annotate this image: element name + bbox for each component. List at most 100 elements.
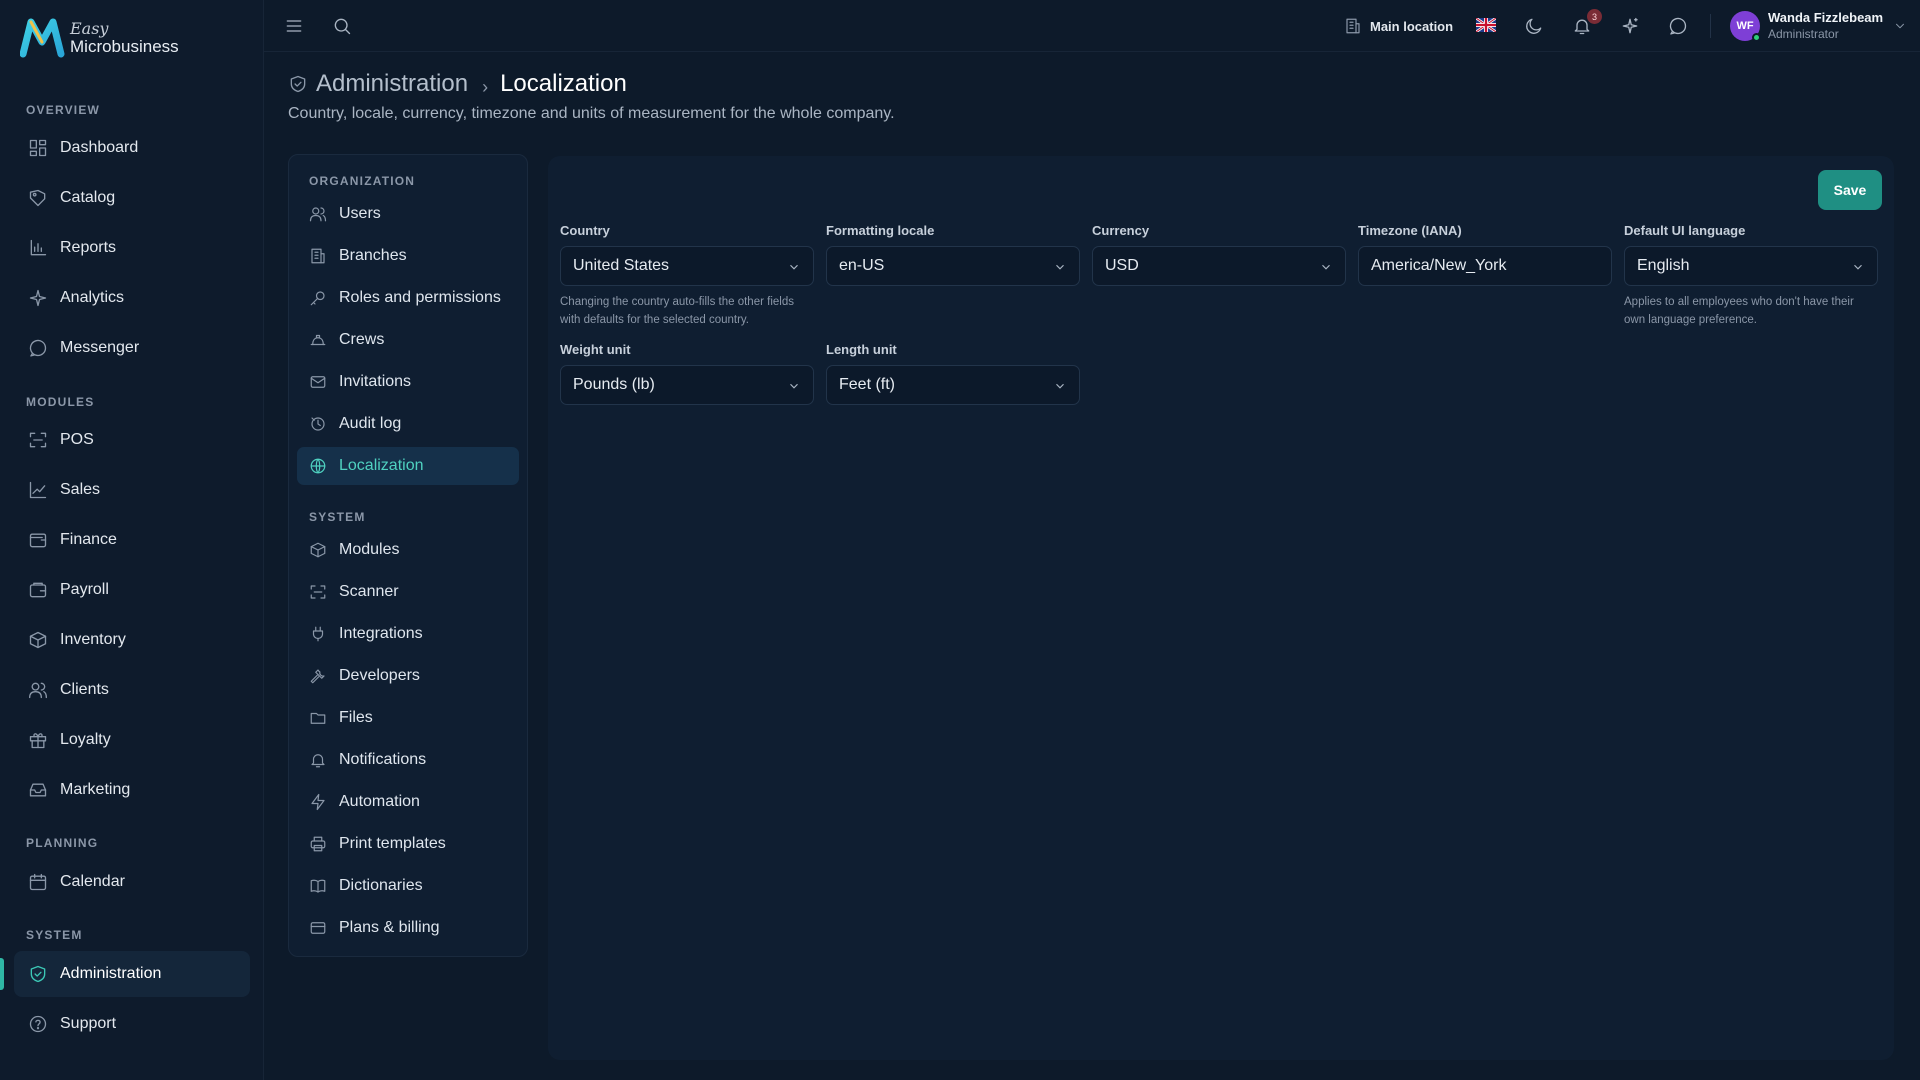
- settings-item-plans-billing[interactable]: Plans & billing: [297, 909, 519, 947]
- sidebar-section-modules: MODULES: [26, 395, 95, 409]
- audit-icon: [311, 417, 325, 431]
- sidebar-item-label: Clients: [60, 681, 109, 698]
- sidebar-item-label: Sales: [60, 481, 101, 498]
- settings-item-modules[interactable]: Modules: [297, 531, 519, 569]
- sidebar-item-marketing[interactable]: Marketing: [14, 767, 250, 813]
- settings-item-label: Notifications: [339, 751, 427, 768]
- notifications-button[interactable]: 3: [1570, 9, 1602, 38]
- breadcrumb-administration[interactable]: Administration: [316, 70, 468, 98]
- chat-icon: [1669, 17, 1687, 35]
- sidebar-item-payroll[interactable]: Payroll: [14, 567, 250, 613]
- length-value: Feet (ft): [839, 376, 896, 393]
- theme-toggle-button[interactable]: [1522, 14, 1546, 38]
- menu-toggle-button[interactable]: [282, 14, 306, 38]
- wrench-icon: [310, 669, 325, 684]
- length-select[interactable]: Feet (ft): [826, 365, 1080, 405]
- language-select[interactable]: English: [1624, 246, 1878, 286]
- weight-select[interactable]: Pounds (lb): [560, 365, 814, 405]
- sidebar-item-dashboard[interactable]: Dashboard: [14, 125, 250, 171]
- shield-icon: [30, 965, 46, 983]
- search-button[interactable]: [330, 14, 354, 38]
- settings-item-integrations[interactable]: Integrations: [297, 615, 519, 653]
- sidebar-item-label: Dashboard: [60, 139, 139, 156]
- analytics-icon: [29, 289, 47, 307]
- sidebar-item-finance[interactable]: Finance: [14, 517, 250, 563]
- locale-select[interactable]: en-US: [826, 246, 1080, 286]
- settings-item-scanner[interactable]: Scanner: [297, 573, 519, 611]
- catalog-icon: [29, 189, 46, 207]
- sidebar-item-messenger[interactable]: Messenger: [14, 325, 250, 371]
- folder-icon: [310, 712, 326, 724]
- settings-item-roles[interactable]: Roles and permissions: [297, 279, 519, 317]
- settings-item-print-templates[interactable]: Print templates: [297, 825, 519, 863]
- sidebar-item-label: Messenger: [60, 339, 140, 356]
- settings-item-label: Users: [339, 205, 381, 222]
- settings-item-label: Integrations: [339, 625, 423, 642]
- chevron-down-icon: [790, 383, 798, 389]
- language-label: Default UI language: [1624, 223, 1746, 238]
- currency-select[interactable]: USD: [1092, 246, 1346, 286]
- modules-icon: [310, 542, 326, 558]
- sidebar-item-reports[interactable]: Reports: [14, 225, 250, 271]
- reports-icon: [30, 239, 47, 256]
- search-icon: [334, 18, 351, 35]
- inventory-icon: [29, 631, 47, 649]
- sidebar-item-label: Payroll: [60, 581, 109, 598]
- topbar: Main location 3 WF Wanda Fizzlebeam Admi…: [264, 0, 1920, 52]
- settings-item-users[interactable]: Users: [297, 195, 519, 233]
- globe-icon: [310, 458, 326, 474]
- user-menu[interactable]: WF Wanda Fizzlebeam Administrator: [1730, 8, 1907, 44]
- user-role: Administrator: [1768, 26, 1839, 41]
- settings-item-dictionaries[interactable]: Dictionaries: [297, 867, 519, 905]
- chevron-down-icon: [790, 264, 798, 270]
- country-value: United States: [573, 257, 670, 274]
- sidebar-item-label: Catalog: [60, 189, 116, 206]
- payroll-icon: [29, 582, 47, 598]
- settings-item-files[interactable]: Files: [297, 699, 519, 737]
- locale-label: Formatting locale: [826, 223, 935, 238]
- messages-button[interactable]: [1666, 14, 1690, 38]
- uk-flag-icon[interactable]: [1476, 18, 1496, 32]
- sidebar-item-support[interactable]: Support: [14, 1001, 250, 1047]
- logo-tagline: Easy: [70, 19, 109, 38]
- sidebar-item-loyalty[interactable]: Loyalty: [14, 717, 250, 763]
- language-value: English: [1637, 257, 1690, 274]
- card-icon: [310, 922, 326, 934]
- app-logo[interactable]: Easy Microbusiness: [20, 18, 179, 58]
- sidebar-item-analytics[interactable]: Analytics: [14, 275, 250, 321]
- timezone-input[interactable]: America/New_York: [1358, 246, 1612, 286]
- logo-name: Microbusiness: [70, 37, 179, 56]
- settings-item-branches[interactable]: Branches: [297, 237, 519, 275]
- sidebar-item-label: Inventory: [60, 631, 126, 648]
- page-subtitle: Country, locale, currency, timezone and …: [288, 105, 895, 122]
- sidebar-item-inventory[interactable]: Inventory: [14, 617, 250, 663]
- settings-item-label: Crews: [339, 331, 385, 348]
- settings-item-developers[interactable]: Developers: [297, 657, 519, 695]
- sidebar-item-sales[interactable]: Sales: [14, 467, 250, 513]
- sidebar-section-planning: PLANNING: [26, 836, 99, 850]
- settings-item-crews[interactable]: Crews: [297, 321, 519, 359]
- sidebar-item-clients[interactable]: Clients: [14, 667, 250, 713]
- avatar-initials: WF: [1736, 20, 1754, 32]
- settings-item-notifications[interactable]: Notifications: [297, 741, 519, 779]
- settings-item-automation[interactable]: Automation: [297, 783, 519, 821]
- country-select[interactable]: United States: [560, 246, 814, 286]
- chevron-down-icon: [1056, 383, 1064, 389]
- messenger-icon: [29, 339, 47, 357]
- ai-assistant-button[interactable]: [1618, 14, 1642, 38]
- users-icon: [309, 207, 327, 222]
- settings-item-localization[interactable]: Localization: [297, 447, 519, 485]
- currency-field: Currency USD: [1092, 223, 1346, 286]
- sidebar-item-catalog[interactable]: Catalog: [14, 175, 250, 221]
- save-button[interactable]: Save: [1818, 170, 1882, 210]
- settings-item-invitations[interactable]: Invitations: [297, 363, 519, 401]
- settings-item-audit-log[interactable]: Audit log: [297, 405, 519, 443]
- moon-icon: [1526, 18, 1542, 34]
- language-hint: Applies to all employees who don't have …: [1624, 296, 1854, 326]
- location-selector[interactable]: Main location: [1344, 14, 1453, 38]
- sidebar-item-administration[interactable]: Administration: [14, 951, 250, 997]
- weight-field: Weight unit Pounds (lb): [560, 342, 814, 405]
- sidebar-item-calendar[interactable]: Calendar: [14, 859, 250, 905]
- topbar-divider: [1710, 14, 1711, 38]
- sidebar-item-pos[interactable]: POS: [14, 417, 250, 463]
